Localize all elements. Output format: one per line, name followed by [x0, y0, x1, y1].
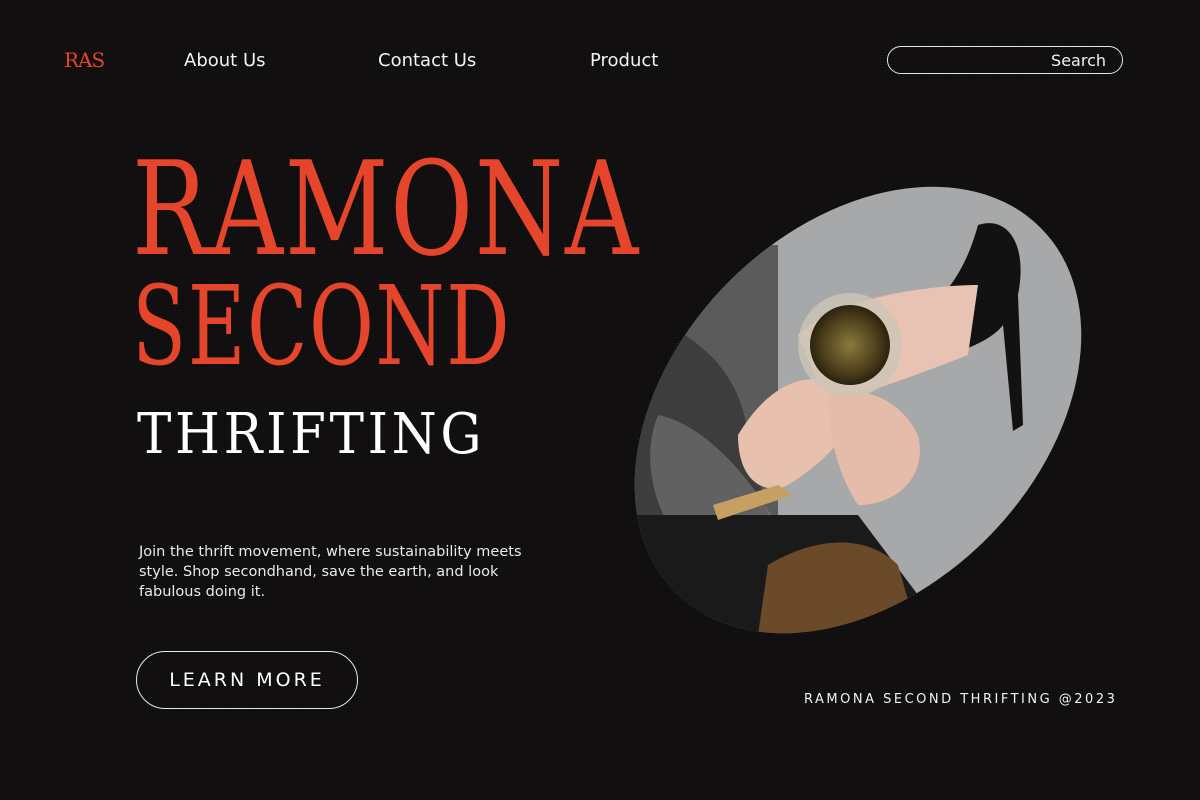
hero-title-line2: SECOND	[132, 261, 512, 390]
brand-logo[interactable]: RAS	[64, 48, 105, 72]
top-nav: RAS About Us Contact Us Product Search	[0, 0, 1200, 120]
learn-more-button[interactable]: LEARN MORE	[136, 651, 358, 709]
hero-oval-photo	[618, 185, 1098, 635]
nav-link-contact[interactable]: Contact Us	[378, 50, 476, 71]
search-button[interactable]: Search	[1051, 51, 1106, 70]
nav-link-product[interactable]: Product	[590, 50, 658, 71]
footer-copyright: RAMONA SECOND THRIFTING @2023	[804, 692, 1118, 707]
hero-title-line1: RAMONA	[132, 133, 640, 285]
hero-subtitle: THRIFTING	[137, 402, 486, 467]
search-box[interactable]: Search	[887, 46, 1123, 74]
hero-description: Join the thrift movement, where sustaina…	[139, 543, 522, 600]
nav-link-about[interactable]: About Us	[184, 50, 266, 71]
search-input[interactable]	[900, 50, 1034, 72]
